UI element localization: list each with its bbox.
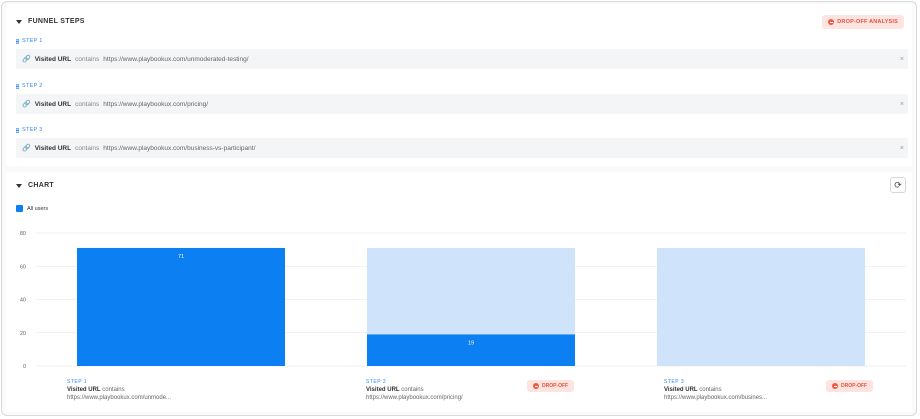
step-2-label: STEP 2 — [22, 83, 43, 89]
bottom-step-1-operator: contains — [102, 387, 125, 393]
chart-header[interactable]: CHART — [16, 182, 54, 189]
step-1-operator: contains — [75, 55, 100, 63]
dropoff-analysis-button[interactable]: DROP-OFF ANALYSIS — [822, 15, 904, 29]
chart-panel: CHART ⟳ All users 0 20 40 60 80 71 19 STEP 1 V… — [6, 172, 912, 412]
funnel-steps-title: FUNNEL STEPS — [28, 18, 85, 25]
step-label-3: STEP 3 — [16, 127, 43, 133]
bottom-step-3: STEP 3 Visited URL contains https://www.… — [664, 378, 767, 402]
bottom-step-3-field: Visited URL — [664, 387, 698, 393]
refresh-icon: ⟳ — [894, 179, 902, 190]
bottom-step-2-url: https://www.playbookux.com/pricing/ — [366, 395, 463, 401]
y-tick-label: 20 — [20, 331, 26, 337]
step-3-operator: contains — [75, 144, 100, 152]
y-tick-label: 80 — [20, 231, 26, 237]
remove-step-icon[interactable]: × — [900, 56, 904, 63]
bottom-step-2: STEP 2 Visited URL contains https://www.… — [366, 378, 463, 402]
chart-legend[interactable]: All users — [16, 205, 48, 212]
step-2-dropoff-button[interactable]: DROP-OFF — [527, 380, 575, 392]
bottom-step-3-operator: contains — [699, 387, 722, 393]
step-3-dropoff-label: DROP-OFF — [841, 383, 868, 389]
collapse-caret-icon[interactable] — [16, 183, 22, 188]
minus-circle-icon — [832, 383, 838, 389]
step-row-1[interactable]: 🔗 Visited URL contains https://www.playb… — [16, 49, 908, 69]
step-label-2: STEP 2 — [16, 83, 43, 89]
step-row-3[interactable]: 🔗 Visited URL contains https://www.playb… — [16, 138, 908, 158]
minus-circle-icon — [828, 19, 835, 25]
bottom-step-2-operator: contains — [401, 387, 424, 393]
step-2-operator: contains — [75, 100, 100, 108]
link-icon: 🔗 — [22, 101, 31, 108]
collapse-caret-icon[interactable] — [16, 19, 22, 24]
drag-handle-icon[interactable] — [16, 127, 19, 133]
bar-background — [657, 247, 865, 366]
bar — [77, 247, 285, 366]
step-1-value: https://www.playbookux.com/unmoderated-t… — [103, 55, 249, 63]
funnel-report-frame: FUNNEL STEPS DROP-OFF ANALYSIS STEP 1 🔗 … — [1, 1, 917, 416]
step-3-dropoff-button[interactable]: DROP-OFF — [826, 380, 874, 392]
bottom-step-2-label: STEP 2 — [366, 379, 387, 385]
bar-data-label: 71 — [178, 254, 184, 260]
bottom-step-1: STEP 1 Visited URL contains https://www.… — [67, 378, 171, 402]
step-1-label: STEP 1 — [22, 38, 43, 44]
bar-data-label: 19 — [468, 340, 474, 346]
step-2-field: Visited URL — [34, 100, 72, 108]
step-label-1: STEP 1 — [16, 38, 43, 44]
legend-label: All users — [27, 205, 49, 212]
chart-title: CHART — [28, 182, 54, 189]
bottom-step-3-label: STEP 3 — [664, 379, 685, 385]
bottom-step-1-field: Visited URL — [67, 387, 101, 393]
step-1-field: Visited URL — [34, 55, 72, 63]
dropoff-analysis-label: DROP-OFF ANALYSIS — [837, 19, 898, 25]
bottom-step-2-field: Visited URL — [366, 387, 400, 393]
refresh-button[interactable]: ⟳ — [890, 177, 906, 193]
funnel-steps-panel: FUNNEL STEPS DROP-OFF ANALYSIS STEP 1 🔗 … — [6, 4, 912, 166]
y-tick-label: 0 — [23, 364, 26, 370]
step-3-field: Visited URL — [34, 144, 72, 152]
remove-step-icon[interactable]: × — [900, 101, 904, 108]
funnel-steps-header[interactable]: FUNNEL STEPS — [16, 18, 85, 25]
remove-step-icon[interactable]: × — [900, 145, 904, 152]
drag-handle-icon[interactable] — [16, 83, 19, 89]
step-3-value: https://www.playbookux.com/business-vs-p… — [103, 144, 256, 152]
step-row-2[interactable]: 🔗 Visited URL contains https://www.playb… — [16, 94, 908, 114]
link-icon: 🔗 — [22, 56, 31, 63]
drag-handle-icon[interactable] — [16, 38, 19, 44]
y-tick-label: 60 — [20, 264, 26, 270]
minus-circle-icon — [533, 383, 539, 389]
step-2-value: https://www.playbookux.com/pricing/ — [103, 100, 209, 108]
bottom-step-1-url: https://www.playbookux.com/unmode... — [67, 395, 172, 401]
bottom-step-3-url: https://www.playbookux.com/busines... — [664, 395, 768, 401]
bar — [367, 334, 575, 366]
legend-swatch — [16, 205, 23, 212]
step-2-dropoff-label: DROP-OFF — [542, 383, 569, 389]
bottom-step-1-label: STEP 1 — [67, 379, 88, 385]
link-icon: 🔗 — [22, 145, 31, 152]
y-tick-label: 40 — [20, 298, 26, 304]
step-3-label: STEP 3 — [22, 127, 43, 133]
